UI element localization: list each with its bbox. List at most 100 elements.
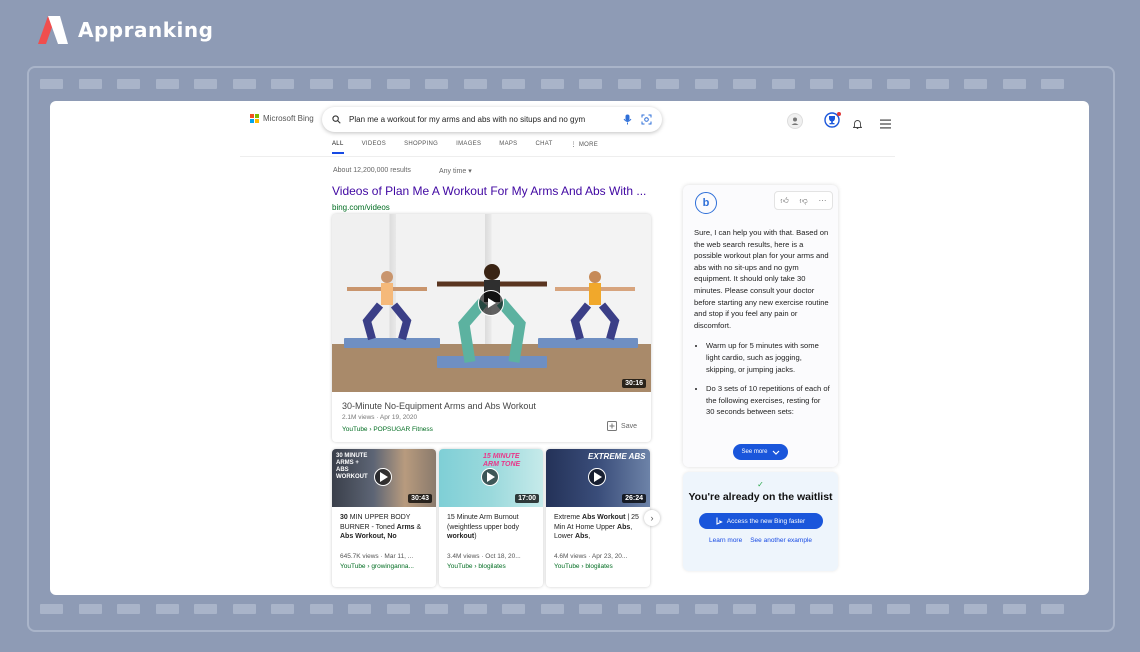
learn-more-link[interactable]: Learn more — [709, 537, 742, 544]
video-duration: 30:43 — [408, 494, 432, 503]
video-card[interactable]: 30 MINUTE ARMS + ABS WORKOUT 30:43 30 MI… — [332, 449, 436, 587]
bing-chat-icon: b — [695, 192, 717, 214]
play-icon[interactable] — [374, 468, 392, 486]
search-icon — [332, 115, 341, 124]
video-title-part: Abs Workout — [582, 514, 626, 521]
video-thumbnail[interactable]: 30 MINUTE ARMS + ABS WORKOUT 30:43 — [332, 449, 436, 507]
search-input[interactable]: Plan me a workout for my arms and abs wi… — [349, 115, 623, 124]
play-icon[interactable] — [481, 468, 499, 486]
video-title-part: 30 — [340, 514, 348, 521]
film-sprocket — [1002, 604, 1026, 614]
film-sprocket — [887, 604, 910, 614]
thumbs-down-icon[interactable]: 👎︎ — [794, 192, 813, 209]
video-source[interactable]: YouTube › growingannа... — [332, 563, 436, 570]
film-sprocket — [617, 79, 641, 89]
tab-more-label: MORE — [578, 142, 599, 148]
tab-shopping[interactable]: SHOPPING — [404, 141, 438, 154]
main-video-title[interactable]: 30-Minute No-Equipment Arms and Abs Work… — [342, 401, 536, 411]
chat-response: Sure, I can help you with that. Based on… — [694, 227, 830, 426]
time-filter-dropdown[interactable]: Any time ▾ — [439, 167, 472, 175]
play-icon[interactable] — [478, 290, 504, 316]
tabs-divider — [240, 156, 895, 157]
film-sprocket — [733, 79, 756, 89]
sprockets-top — [40, 79, 1064, 89]
account-icon[interactable] — [787, 112, 803, 130]
play-icon[interactable] — [588, 468, 606, 486]
appranking-brand: Appranking — [36, 14, 213, 46]
tab-more[interactable]: ⋮ MORE — [571, 141, 598, 154]
film-sprocket — [194, 79, 217, 89]
film-sprocket — [771, 79, 795, 89]
main-video-card[interactable]: 30:16 30-Minute No-Equipment Arms and Ab… — [332, 214, 651, 442]
thumb-overlay-text: 30 MINUTE ARMS + ABS WORKOUT — [336, 453, 368, 480]
film-sprocket — [771, 604, 795, 614]
film-sprocket — [810, 604, 833, 614]
main-video-source[interactable]: YouTube › POPSUGAR Fitness — [342, 426, 536, 433]
film-sprocket — [309, 604, 333, 614]
video-thumbnail[interactable]: EXTREME ABS 26:24 — [546, 449, 650, 507]
more-options-icon[interactable]: ··· — [813, 192, 832, 209]
more-dots-icon: ⋮ — [570, 142, 579, 148]
rewards-trophy-icon[interactable] — [824, 111, 842, 129]
video-title-part: Arms — [396, 523, 415, 531]
video-title-part: 15 Minute Arm Burnout (weightless upper … — [447, 514, 519, 531]
tab-chat[interactable]: CHAT — [536, 141, 553, 154]
video-title-part: ) — [474, 533, 477, 540]
save-button[interactable]: Save — [607, 421, 637, 431]
search-tabs: ALL VIDEOS SHOPPING IMAGES MAPS CHAT ⋮ M… — [332, 141, 598, 154]
visual-search-icon[interactable] — [641, 114, 652, 125]
film-sprocket — [232, 604, 256, 614]
tab-images[interactable]: IMAGES — [456, 141, 481, 154]
hamburger-menu-icon[interactable] — [880, 115, 891, 133]
video-title-part: Extreme — [554, 514, 583, 521]
search-box[interactable]: Plan me a workout for my arms and abs wi… — [322, 107, 662, 132]
notifications-bell-icon[interactable] — [853, 115, 862, 133]
video-source[interactable]: YouTube › blogilates — [546, 563, 650, 570]
video-title[interactable]: 30 MIN UPPER BODY BURNER - Toned Arms & … — [332, 507, 436, 553]
waitlist-links: Learn more See another example — [683, 537, 838, 544]
film-sprocket — [502, 604, 525, 614]
bing-logo-text: Microsoft Bing — [263, 114, 314, 123]
bing-chat-panel: b 👍︎ 👎︎ ··· Sure, I can help you with th… — [683, 185, 838, 467]
video-card[interactable]: EXTREME ABS 26:24 Extreme Abs Workout | … — [546, 449, 650, 587]
video-title[interactable]: 15 Minute Arm Burnout (weightless upper … — [439, 507, 543, 553]
film-sprocket — [40, 604, 63, 614]
tab-maps[interactable]: MAPS — [499, 141, 517, 154]
video-source[interactable]: YouTube › blogilates — [439, 563, 543, 570]
film-sprocket — [964, 604, 987, 614]
film-sprocket — [694, 604, 718, 614]
videos-url[interactable]: bing.com/videos — [332, 203, 390, 212]
microphone-icon[interactable] — [623, 114, 632, 125]
thumbs-up-icon[interactable]: 👍︎ — [775, 192, 794, 209]
film-sprocket — [1002, 79, 1026, 89]
instructor-figure — [555, 271, 635, 341]
see-more-button[interactable]: See more — [733, 444, 788, 460]
main-video-thumbnail[interactable]: 30:16 — [332, 214, 651, 392]
sprockets-bottom — [40, 604, 1064, 614]
waitlist-panel: ✓ You're already on the waitlist Access … — [683, 472, 838, 571]
videos-heading-link[interactable]: Videos of Plan Me A Workout For My Arms … — [332, 184, 646, 198]
carousel-next-icon[interactable]: › — [644, 510, 660, 526]
film-sprocket — [848, 79, 872, 89]
film-sprocket — [309, 79, 333, 89]
video-stats: 3.4M views · Oct 18, 20... — [447, 553, 521, 560]
video-thumbnail[interactable]: 15 MINUTE ARM TONE 17:00 — [439, 449, 543, 507]
film-sprocket — [964, 79, 987, 89]
film-sprocket — [1041, 79, 1064, 89]
tab-all[interactable]: ALL — [332, 141, 344, 154]
see-another-example-link[interactable]: See another example — [750, 537, 812, 544]
access-new-bing-button[interactable]: Access the new Bing faster — [698, 513, 823, 529]
film-sprocket — [78, 604, 102, 614]
video-card[interactable]: 15 MINUTE ARM TONE 17:00 15 Minute Arm B… — [439, 449, 543, 587]
video-duration: 17:00 — [515, 494, 539, 503]
main-video-stats: 2.1M views · Apr 19, 2020 — [342, 414, 418, 421]
film-sprocket — [271, 79, 294, 89]
film-sprocket — [117, 79, 140, 89]
tab-videos[interactable]: VIDEOS — [362, 141, 386, 154]
bing-logo[interactable]: Microsoft Bing — [250, 114, 314, 123]
video-title[interactable]: Extreme Abs Workout | 25 Min At Home Upp… — [546, 507, 650, 553]
chat-bullet: Warm up for 5 minutes with some light ca… — [706, 340, 830, 375]
video-title-part: Abs — [575, 533, 589, 540]
film-sprocket — [1041, 604, 1064, 614]
film-sprocket — [540, 604, 564, 614]
